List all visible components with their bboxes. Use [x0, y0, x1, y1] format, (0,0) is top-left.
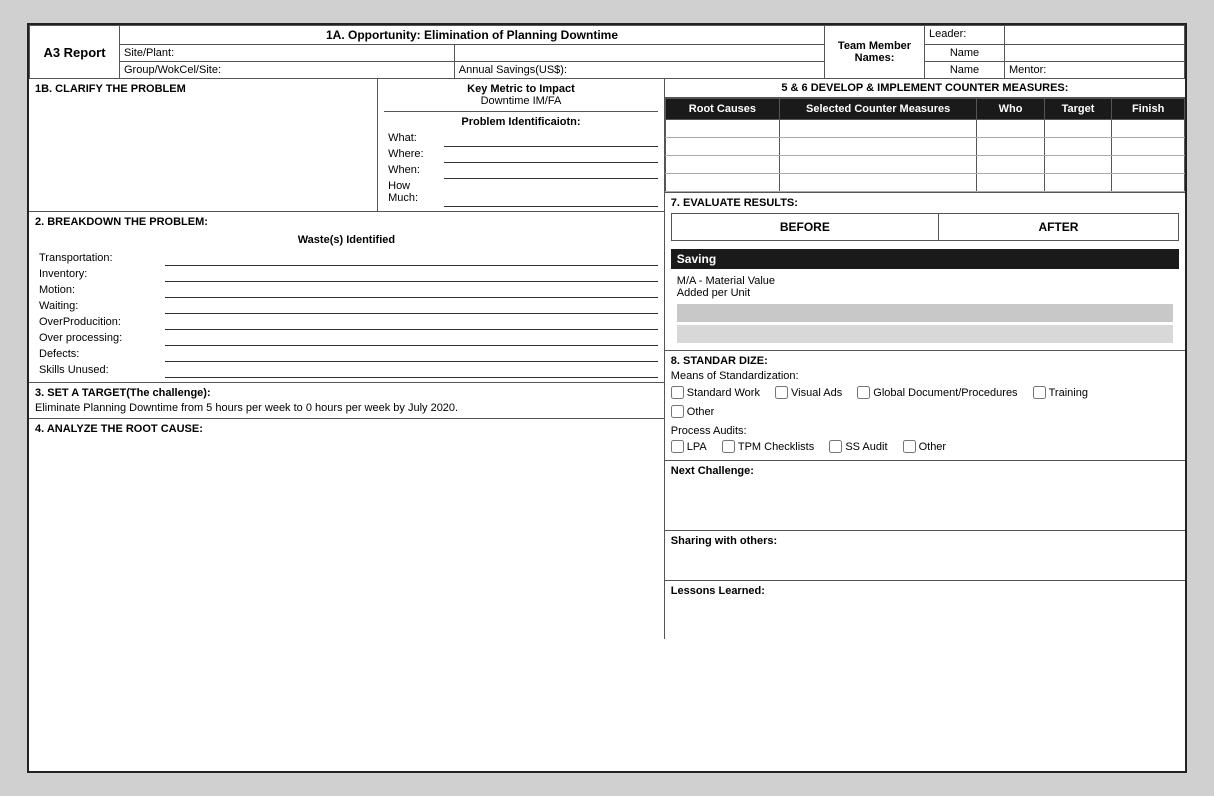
other2-input[interactable] [903, 440, 916, 453]
after-label: AFTER [938, 214, 1178, 241]
transportation-value [165, 250, 658, 266]
std-work-input[interactable] [671, 386, 684, 399]
key-metric-label: Key Metric to Impact [384, 83, 658, 95]
process-audits-label: Process Audits: [671, 425, 1179, 437]
saving-label: Saving [671, 249, 1179, 269]
cm-row-3 [665, 156, 1184, 174]
section-8-header: 8. STANDAR DIZE: [671, 355, 1179, 367]
where-value [444, 146, 658, 162]
cm-row-1 [665, 120, 1184, 138]
over-processing-value [165, 330, 658, 346]
motion-label: Motion: [35, 282, 165, 298]
leader-value [1005, 26, 1185, 45]
inventory-value [165, 266, 658, 282]
leader-label: Leader: [925, 26, 1005, 45]
where-label: Where: [384, 146, 444, 162]
before-label: BEFORE [671, 214, 938, 241]
site-label: Site/Plant: [120, 45, 455, 62]
report-title: 1A. Opportunity: Elimination of Planning… [120, 26, 825, 45]
what-value [444, 130, 658, 146]
col-target: Target [1044, 99, 1111, 120]
a3-report-label: A3 Report [30, 26, 120, 79]
col-root-causes: Root Causes [665, 99, 779, 120]
name-label-1: Name [925, 45, 1005, 62]
when-label: When: [384, 162, 444, 178]
means-label: Means of Standardization: [671, 370, 1179, 382]
section-4-header: 4. ANALYZE THE ROOT CAUSE: [35, 423, 658, 435]
global-doc-input[interactable] [857, 386, 870, 399]
defects-label: Defects: [35, 346, 165, 362]
overproduction-label: OverProducition: [35, 314, 165, 330]
training-input[interactable] [1033, 386, 1046, 399]
key-metric-value: Downtime IM/FA [384, 95, 658, 107]
when-value [444, 162, 658, 178]
col-finish: Finish [1112, 99, 1185, 120]
cm-row-2 [665, 138, 1184, 156]
lessons-label: Lessons Learned: [671, 585, 1179, 597]
waiting-label: Waiting: [35, 298, 165, 314]
site-value [454, 45, 824, 62]
other2-checkbox[interactable]: Other [903, 440, 947, 453]
name-value-1 [1005, 45, 1185, 62]
next-challenge-label: Next Challenge: [671, 465, 1179, 477]
mentor-label: Mentor: [1005, 62, 1185, 79]
std-work-checkbox[interactable]: Standard Work [671, 386, 760, 399]
col-who: Who [977, 99, 1044, 120]
skills-unused-label: Skills Unused: [35, 362, 165, 378]
skills-unused-value [165, 362, 658, 378]
other1-checkbox[interactable]: Other [671, 405, 715, 418]
team-member-label: Team Member Names: [825, 26, 925, 79]
lpa-checkbox[interactable]: LPA [671, 440, 707, 453]
section-7-header: 7. EVALUATE RESULTS: [671, 197, 1179, 209]
transportation-label: Transportation: [35, 250, 165, 266]
training-checkbox[interactable]: Training [1033, 386, 1088, 399]
cm-row-4 [665, 174, 1184, 192]
motion-value [165, 282, 658, 298]
defects-value [165, 346, 658, 362]
prob-id-label: Problem Identificaiotn: [384, 116, 658, 128]
section-3-header: 3. SET A TARGET(The challenge): [35, 387, 658, 399]
section-2-header: 2. BREAKDOWN THE PROBLEM: [35, 216, 658, 228]
overproduction-value [165, 314, 658, 330]
sharing-label: Sharing with others: [671, 535, 1179, 547]
col-selected-measures: Selected Counter Measures [780, 99, 977, 120]
waiting-value [165, 298, 658, 314]
wastes-label: Waste(s) Identified [35, 234, 658, 246]
ss-audit-checkbox[interactable]: SS Audit [829, 440, 887, 453]
section-1b-header: 1B. CLARIFY THE PROBLEM [35, 83, 371, 95]
savings-label: Annual Savings(US$): [454, 62, 824, 79]
inventory-label: Inventory: [35, 266, 165, 282]
ss-audit-input[interactable] [829, 440, 842, 453]
ma-label: M/A - Material Value Added per Unit [671, 273, 1179, 301]
name-label-2: Name [925, 62, 1005, 79]
target-text: Eliminate Planning Downtime from 5 hours… [35, 402, 658, 414]
over-processing-label: Over processing: [35, 330, 165, 346]
group-label: Group/WokCel/Site: [120, 62, 455, 79]
saving-bar-2 [677, 325, 1173, 343]
tpm-checkbox[interactable]: TPM Checklists [722, 440, 814, 453]
visual-ads-input[interactable] [775, 386, 788, 399]
tpm-input[interactable] [722, 440, 735, 453]
visual-ads-checkbox[interactable]: Visual Ads [775, 386, 842, 399]
what-label: What: [384, 130, 444, 146]
how-much-value [444, 178, 658, 206]
how-much-label: How Much: [384, 178, 444, 206]
a3-report-page: A3 Report 1A. Opportunity: Elimination o… [27, 23, 1187, 773]
global-doc-checkbox[interactable]: Global Document/Procedures [857, 386, 1017, 399]
lpa-input[interactable] [671, 440, 684, 453]
other1-input[interactable] [671, 405, 684, 418]
develop-header: 5 & 6 DEVELOP & IMPLEMENT COUNTER MEASUR… [665, 79, 1185, 98]
saving-bar-1 [677, 304, 1173, 322]
